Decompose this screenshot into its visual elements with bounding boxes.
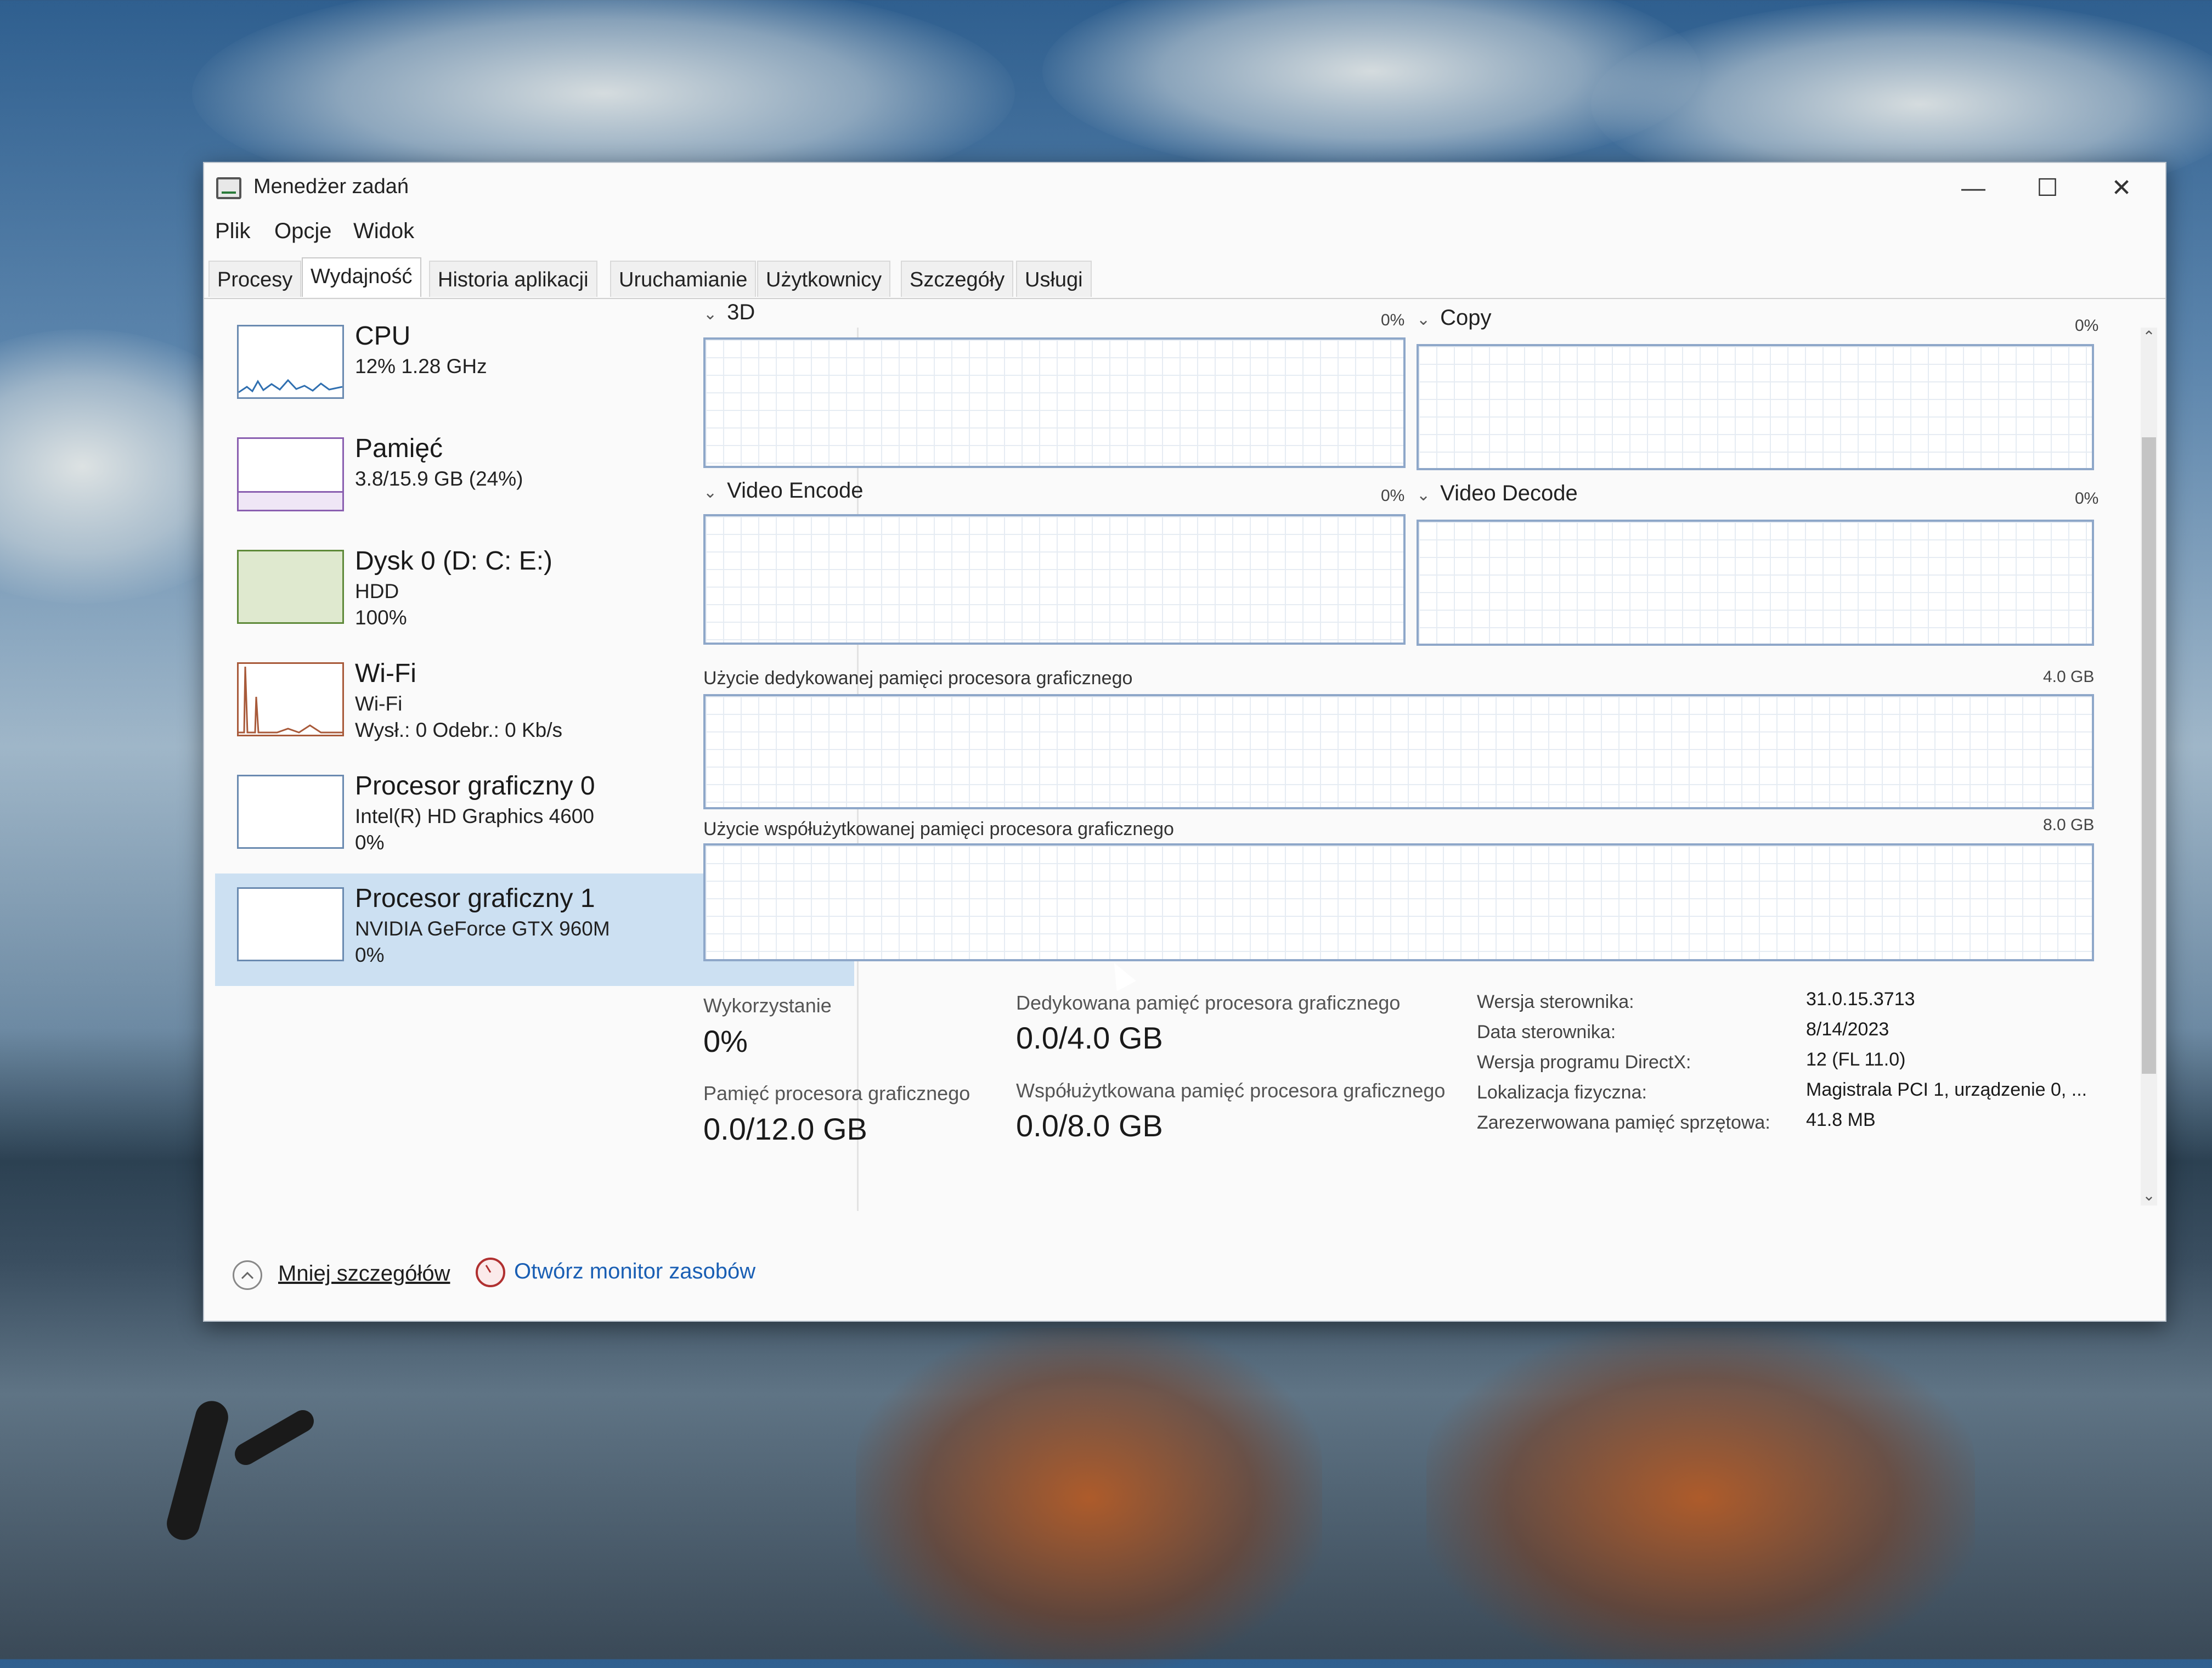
driver-version-label: Wersja sterownika: [1477, 991, 1634, 1012]
scroll-up-arrow-icon[interactable]: ⌃ [2141, 328, 2157, 346]
tab-uslugi[interactable]: Usługi [1016, 261, 1092, 297]
memory-thumbnail-graph [237, 437, 344, 511]
gpu1-thumbnail-graph [237, 887, 344, 961]
chevron-down-icon: ⌄ [703, 305, 718, 323]
tab-historia-aplikacji[interactable]: Historia aplikacji [429, 261, 597, 297]
dedicated-memory-chart-label: Użycie dedykowanej pamięci procesora gra… [703, 668, 1133, 689]
gpu-memory-label: Pamięć procesora graficznego [703, 1082, 970, 1105]
dedicated-memory-chart-max: 4.0 GB [2043, 668, 2095, 686]
chevron-down-icon: ⌄ [1417, 486, 1431, 504]
wifi-sparkline [239, 666, 342, 734]
shared-memory-chart-max: 8.0 GB [2043, 816, 2095, 834]
physical-location-value: Magistrala PCI 1, urządzenie 0, ... [1806, 1079, 2087, 1100]
resource-detail: 100% [355, 606, 407, 629]
resource-detail: Wysł.: 0 Odebr.: 0 Kb/s [355, 719, 563, 741]
dedicated-memory-label: Dedykowana pamięć procesora graficznego [1016, 991, 1401, 1014]
disk-thumbnail-graph [237, 550, 344, 624]
tab-bar: Procesy Wydajność Historia aplikacji Uru… [204, 256, 2165, 299]
resource-name: Wi-Fi [355, 659, 416, 688]
wallpaper-reflection [856, 1328, 1322, 1668]
chevron-up-icon [241, 1271, 254, 1280]
resource-name: Pamięć [355, 434, 443, 463]
wallpaper-reflection [1426, 1328, 1975, 1668]
wallpaper-figure [230, 1406, 318, 1469]
graph-3d [703, 337, 1406, 468]
task-manager-icon [216, 177, 241, 199]
memory-fill [239, 491, 342, 510]
resource-detail: 0% [355, 944, 385, 966]
chevron-down-icon: ⌄ [1417, 311, 1431, 329]
driver-date-value: 8/14/2023 [1806, 1019, 1889, 1040]
minimize-button[interactable]: — [1938, 163, 2009, 213]
mouse-cursor-icon [1104, 957, 1136, 991]
chart-label-video-encode[interactable]: ⌄ Video Encode [703, 478, 864, 503]
graph-copy [1417, 344, 2094, 470]
resource-monitor-icon[interactable] [476, 1258, 505, 1287]
gpu-memory-value: 0.0/12.0 GB [703, 1112, 867, 1146]
shared-memory-label: Współużytkowana pamięć procesora graficz… [1016, 1079, 1446, 1102]
chevron-down-icon: ⌄ [703, 483, 718, 501]
directx-version-label: Wersja programu DirectX: [1477, 1052, 1691, 1073]
chart-percent: 0% [2075, 317, 2099, 335]
resource-detail: NVIDIA GeForce GTX 960M [355, 917, 610, 940]
chart-percent: 0% [1381, 487, 1405, 505]
less-details-link[interactable]: Mniej szczegółów [278, 1261, 450, 1286]
close-button[interactable]: ✕ [2086, 163, 2157, 213]
dedicated-memory-value: 0.0/4.0 GB [1016, 1021, 1163, 1055]
utilization-value: 0% [703, 1024, 748, 1058]
wifi-thumbnail-graph [237, 662, 344, 736]
task-manager-window: Menedżer zadań — ☐ ✕ Plik Opcje Widok Pr… [203, 162, 2166, 1322]
chart-percent: 0% [2075, 489, 2099, 508]
tab-szczegoly[interactable]: Szczegóły [901, 261, 1014, 297]
chevron-up-circle-icon[interactable] [233, 1260, 262, 1290]
menu-bar: Plik Opcje Widok [204, 213, 2165, 252]
menu-opcje[interactable]: Opcje [274, 219, 332, 244]
menu-widok[interactable]: Widok [353, 219, 414, 244]
shared-memory-chart-label: Użycie współużytkowanej pamięci procesor… [703, 819, 1174, 839]
chart-label-copy[interactable]: ⌄ Copy [1417, 306, 1492, 330]
reserved-memory-value: 41.8 MB [1806, 1109, 1876, 1130]
chart-percent: 0% [1381, 311, 1405, 329]
resource-detail: 3.8/15.9 GB (24%) [355, 467, 523, 490]
cpu-thumbnail-graph [237, 325, 344, 399]
window-title: Menedżer zadań [253, 175, 409, 198]
graph-video-encode [703, 514, 1406, 645]
resource-detail: Intel(R) HD Graphics 4600 [355, 805, 594, 827]
gauge-icon [485, 1265, 492, 1273]
resource-name: Dysk 0 (D: C: E:) [355, 546, 553, 576]
resource-detail: 0% [355, 831, 385, 854]
driver-version-value: 31.0.15.3713 [1806, 989, 1915, 1010]
directx-version-value: 12 (FL 11.0) [1806, 1049, 1906, 1070]
resource-name: Procesor graficzny 0 [355, 771, 595, 801]
utilization-label: Wykorzystanie [703, 994, 832, 1017]
gpu0-thumbnail-graph [237, 775, 344, 849]
menu-plik[interactable]: Plik [215, 219, 250, 244]
chart-label-3d[interactable]: ⌄ 3D [703, 300, 755, 325]
reserved-memory-label: Zarezerwowana pamięć sprzętowa: [1477, 1112, 1770, 1133]
graph-dedicated-memory [703, 694, 2094, 809]
tab-uzytkownicy[interactable]: Użytkownicy [757, 261, 891, 297]
chart-label-video-decode[interactable]: ⌄ Video Decode [1417, 481, 1578, 506]
driver-date-label: Data sterownika: [1477, 1022, 1616, 1042]
cpu-sparkline [238, 379, 343, 393]
open-resource-monitor-link[interactable]: Otwórz monitor zasobów [514, 1259, 755, 1284]
resource-name: Procesor graficzny 1 [355, 884, 595, 913]
shared-memory-value: 0.0/8.0 GB [1016, 1108, 1163, 1143]
resource-name: CPU [355, 322, 411, 351]
resource-detail: 12% 1.28 GHz [355, 355, 487, 377]
scrollbar-thumb[interactable] [2142, 437, 2156, 1074]
resource-detail: Wi-Fi [355, 692, 403, 715]
graph-video-decode [1417, 520, 2094, 646]
resource-detail: HDD [355, 580, 399, 602]
tab-uruchamianie[interactable]: Uruchamianie [610, 261, 757, 297]
physical-location-label: Lokalizacja fizyczna: [1477, 1082, 1647, 1103]
wallpaper-figure [163, 1397, 232, 1544]
maximize-button[interactable]: ☐ [2012, 163, 2083, 213]
title-bar[interactable]: Menedżer zadań — ☐ ✕ [204, 163, 2165, 213]
scroll-down-arrow-icon[interactable]: ⌄ [2141, 1186, 2157, 1204]
tab-procesy[interactable]: Procesy [208, 261, 302, 297]
graph-shared-memory [703, 843, 2094, 961]
tab-wydajnosc[interactable]: Wydajność [302, 257, 421, 297]
